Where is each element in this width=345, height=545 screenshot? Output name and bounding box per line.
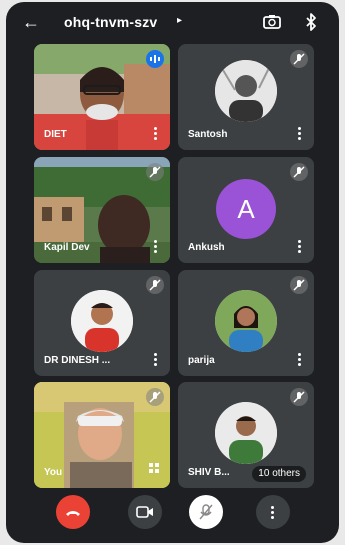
mic-off-icon — [199, 504, 213, 520]
more-options-icon[interactable] — [298, 353, 302, 367]
avatar — [215, 290, 277, 352]
hang-up-icon — [66, 511, 80, 516]
more-options-icon[interactable] — [298, 240, 302, 254]
mic-off-icon — [290, 276, 308, 294]
mic-off-icon — [290, 50, 308, 68]
meeting-code[interactable]: ohq-tnvm-szv — [64, 14, 157, 30]
meet-call-screen: ← ohq-tnvm-szv ▸ DIET Santosh Kapil Dev … — [6, 2, 339, 543]
mic-off-icon — [146, 276, 164, 294]
mic-off-icon — [290, 163, 308, 181]
participant-name: DR DINESH ... — [44, 355, 111, 366]
video-camera-icon — [136, 506, 153, 518]
participant-tile[interactable]: Santosh — [178, 44, 314, 150]
participant-tile[interactable]: DR DINESH ... — [34, 270, 170, 376]
participant-name: parija — [188, 355, 215, 366]
avatar: A — [216, 179, 276, 239]
bluetooth-icon[interactable] — [300, 11, 322, 33]
mic-off-icon — [290, 388, 308, 406]
back-arrow-icon[interactable]: ← — [22, 12, 40, 33]
participant-name: DIET — [44, 129, 67, 140]
more-options-icon[interactable] — [154, 353, 158, 367]
others-count-badge[interactable]: 10 others — [252, 466, 306, 482]
vertical-dots-icon — [271, 505, 275, 519]
avatar — [215, 60, 277, 122]
call-controls — [6, 485, 339, 543]
mic-off-icon — [146, 388, 164, 406]
meeting-details-caret-icon[interactable]: ▸ — [177, 15, 182, 26]
more-options-icon[interactable] — [154, 240, 158, 254]
avatar — [71, 290, 133, 352]
participant-name: Kapil Dev — [44, 242, 90, 253]
participant-name: You — [44, 467, 63, 478]
end-call-button[interactable] — [56, 495, 90, 529]
participant-tile[interactable]: Kapil Dev — [34, 157, 170, 263]
participant-tile[interactable]: DIET — [34, 44, 170, 150]
top-bar: ← ohq-tnvm-szv ▸ — [6, 2, 339, 42]
more-options-icon[interactable] — [298, 127, 302, 141]
mic-off-icon — [146, 163, 164, 181]
participant-tile[interactable]: A Ankush — [178, 157, 314, 263]
participant-name: Santosh — [188, 129, 228, 140]
more-options-button[interactable] — [256, 495, 290, 529]
camera-toggle-button[interactable] — [128, 495, 162, 529]
participant-tile[interactable]: SHIV B... 10 others — [178, 382, 314, 488]
participant-name: Ankush — [188, 242, 225, 253]
self-view-tile[interactable]: You — [34, 382, 170, 488]
speaking-indicator-icon — [146, 50, 164, 68]
self-view-options-icon[interactable] — [148, 461, 160, 479]
participant-tile[interactable]: parija — [178, 270, 314, 376]
participant-name: SHIV B... — [188, 467, 230, 478]
more-options-icon[interactable] — [154, 127, 158, 141]
microphone-toggle-button[interactable] — [189, 495, 223, 529]
switch-camera-icon[interactable] — [261, 11, 283, 33]
avatar — [215, 402, 277, 464]
